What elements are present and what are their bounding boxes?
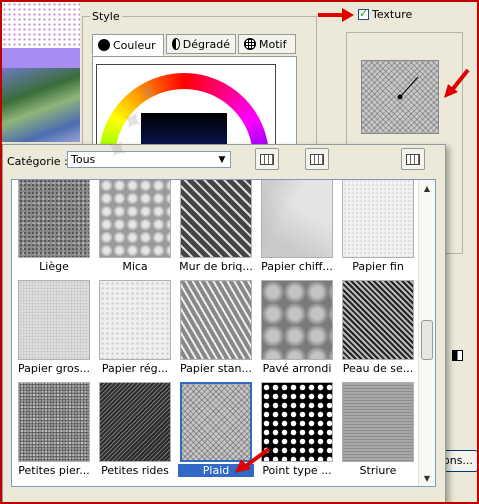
image-preview-strip (2, 2, 80, 142)
list-view-icon (260, 153, 274, 165)
dotted-pattern-preview (2, 2, 80, 48)
texture-thumbnail[interactable] (18, 180, 90, 258)
texture-picker-popup: Catégorie : Tous ▼ Liège Mica Mur de briq.… (2, 144, 446, 502)
texture-thumbnail[interactable] (180, 180, 252, 258)
scroll-up-icon[interactable]: ▲ (420, 180, 434, 196)
red-arrow-icon (318, 8, 354, 22)
texture-tile[interactable]: Pavé arrondi (257, 280, 337, 380)
texture-label: Papier rég... (101, 362, 169, 375)
texture-tile[interactable]: Peau de se... (338, 280, 418, 380)
texture-tile[interactable]: Petites rides (95, 382, 175, 482)
scroll-down-icon[interactable]: ▼ (420, 470, 434, 486)
texture-grid-viewport: Liège Mica Mur de briq... Papier chiff... Pa… (11, 179, 436, 487)
texture-tile[interactable]: Liège (14, 180, 94, 278)
texture-tile[interactable]: Papier stan... (176, 280, 256, 380)
texture-label: Peau de se... (342, 362, 414, 375)
category-label: Catégorie : (7, 155, 68, 168)
texture-thumbnail[interactable] (18, 280, 90, 360)
tab-couleur[interactable]: Couleur (92, 34, 164, 56)
style-group: Style Couleur Dégradé Motif (82, 10, 317, 148)
texture-label: Papier stan... (180, 362, 252, 375)
red-arrow-icon (235, 447, 271, 473)
texture-label: Liège (39, 260, 69, 273)
texture-tile[interactable]: Papier chiff... (257, 180, 337, 278)
texture-tile[interactable]: Mica (95, 180, 175, 278)
texture-tile[interactable]: Papier rég... (95, 280, 175, 380)
texture-angle-icon (397, 76, 419, 100)
category-value: Tous (71, 153, 96, 166)
thumbnail-size-button[interactable] (401, 148, 425, 170)
texture-tile[interactable]: Mur de briq... (176, 180, 256, 278)
vertical-scrollbar[interactable]: ▲ ▼ (418, 180, 435, 486)
violet-swatch (2, 48, 80, 68)
texture-thumbnail[interactable] (261, 280, 333, 360)
texture-label: Papier gros... (18, 362, 90, 375)
open-folder-button[interactable] (305, 148, 329, 170)
texture-label: Pavé arrondi (262, 362, 332, 375)
texture-label: Texture (372, 8, 413, 21)
half-circle-icon (172, 38, 180, 50)
texture-tile[interactable]: Papier fin (338, 180, 418, 278)
texture-tile[interactable]: Striure (338, 382, 418, 482)
texture-thumbnail[interactable] (261, 180, 333, 258)
texture-thumbnail[interactable] (99, 382, 171, 462)
texture-label: Petites pier... (18, 464, 90, 477)
texture-label: Striure (359, 464, 397, 477)
texture-tile[interactable]: Papier gros... (14, 280, 94, 380)
texture-thumbnail[interactable] (342, 180, 414, 258)
tab-degrade-label: Dégradé (182, 37, 230, 51)
color-wheel-picker[interactable] (96, 64, 276, 146)
texture-thumbnail[interactable] (18, 382, 90, 462)
screenshot-frame: Style Couleur Dégradé Motif Textu (0, 0, 479, 504)
texture-checkbox[interactable] (358, 7, 369, 20)
pattern-globe-icon (244, 38, 256, 50)
scrollbar-thumb[interactable] (421, 320, 433, 360)
texture-preview-swatch[interactable] (361, 60, 439, 134)
black-circle-icon (98, 39, 110, 51)
pattern-mode-icon[interactable] (452, 350, 463, 361)
texture-tile[interactable]: Petites pier... (14, 382, 94, 482)
texture-label: Petites rides (101, 464, 169, 477)
texture-label: Mur de briq... (179, 260, 253, 273)
texture-thumbnail[interactable] (99, 180, 171, 258)
texture-thumbnail[interactable] (180, 280, 252, 360)
red-arrow-icon (444, 68, 470, 98)
texture-grid: Liège Mica Mur de briq... Papier chiff... Pa… (12, 180, 418, 486)
tab-motif[interactable]: Motif (238, 34, 296, 54)
texture-thumbnail[interactable] (342, 280, 414, 360)
texture-label: Papier chiff... (261, 260, 333, 273)
view-list-button[interactable] (255, 148, 279, 170)
grid-view-icon (406, 153, 420, 165)
chevron-down-icon[interactable]: ▼ (215, 153, 229, 166)
texture-label: Mica (122, 260, 148, 273)
tab-degrade[interactable]: Dégradé (166, 34, 236, 54)
folder-view-icon (310, 153, 324, 165)
texture-thumbnail[interactable] (342, 382, 414, 462)
saturation-luminance-square[interactable] (141, 113, 227, 145)
tab-couleur-label: Couleur (113, 38, 156, 52)
texture-checkbox-row[interactable]: Texture (358, 7, 413, 21)
texture-thumbnail[interactable] (99, 280, 171, 360)
tab-motif-label: Motif (259, 37, 287, 51)
flower-photo-preview (2, 68, 80, 142)
category-select[interactable]: Tous ▼ (67, 151, 231, 168)
texture-label: Papier fin (352, 260, 404, 273)
style-group-label: Style (90, 10, 122, 23)
